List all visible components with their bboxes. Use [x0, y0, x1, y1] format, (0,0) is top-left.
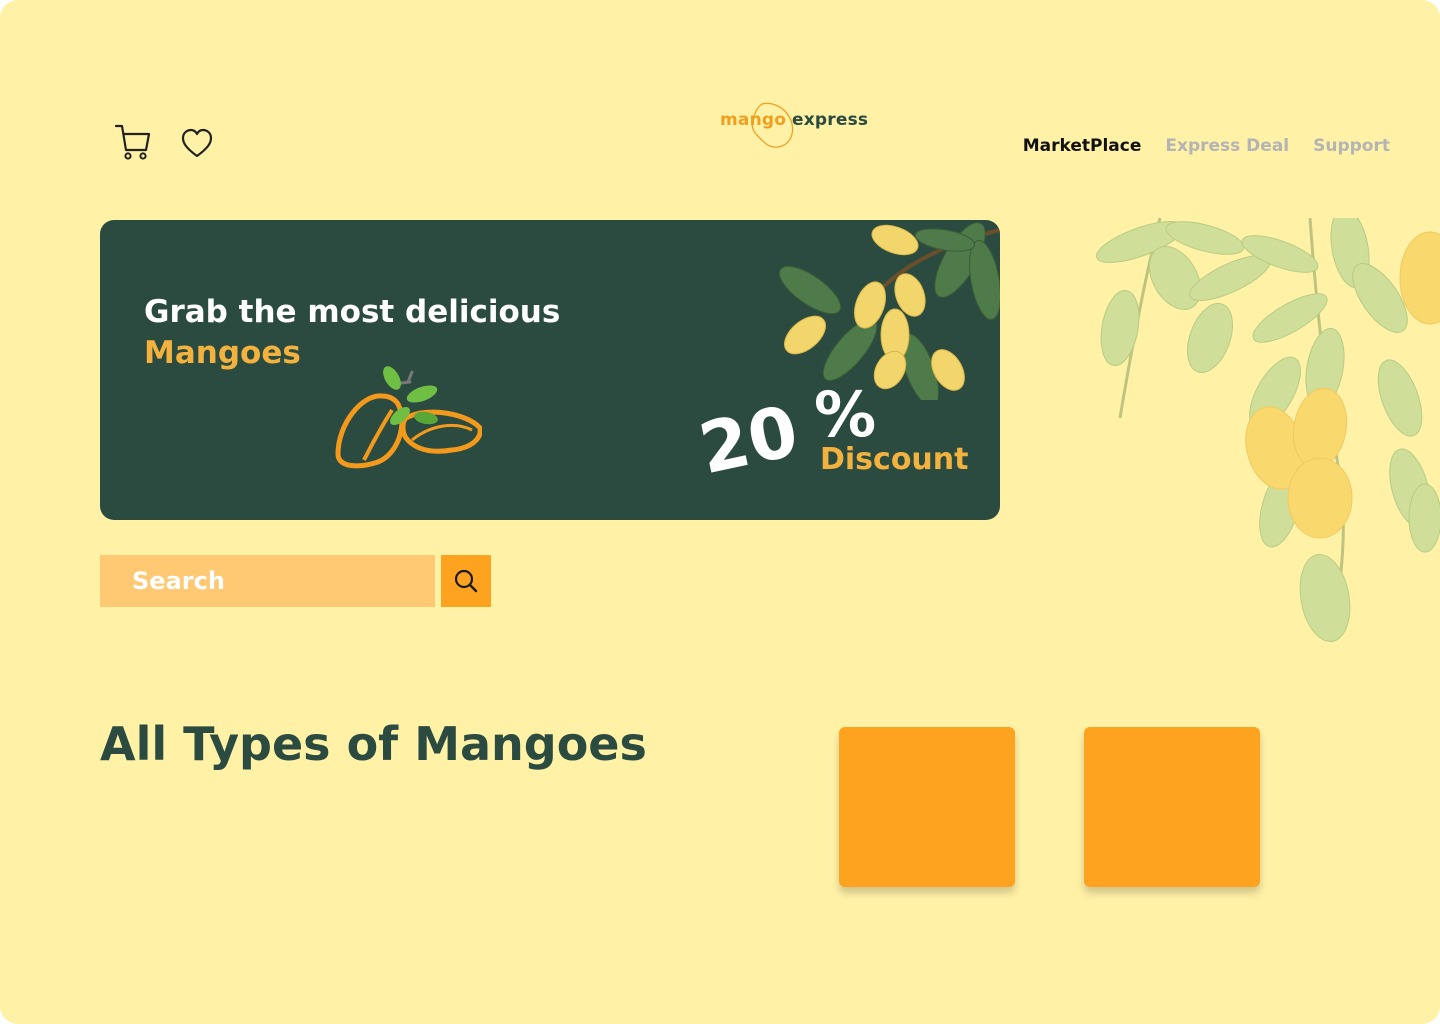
discount-label: Discount	[820, 442, 969, 477]
mango-branch-image	[778, 222, 1000, 400]
nav-express-deal[interactable]: Express Deal	[1165, 136, 1289, 156]
mango-illustration-icon	[335, 366, 482, 469]
page: mango express MarketPlace Express Deal S…	[0, 0, 1440, 1024]
mango-type-card[interactable]	[1084, 727, 1260, 887]
search-bar	[100, 555, 491, 607]
promo-banner[interactable]: Grab the most delicious Mangoes 20 % Dis…	[100, 220, 1000, 520]
search-button[interactable]	[441, 555, 491, 607]
banner-title: Grab the most delicious	[144, 294, 561, 330]
discount-percent-value: 20	[692, 389, 805, 491]
banner-subtitle: Mangoes	[144, 335, 301, 371]
section-title: All Types of Mangoes	[100, 717, 647, 771]
mango-type-card[interactable]	[839, 727, 1015, 887]
cart-icon[interactable]	[112, 120, 152, 164]
search-icon	[454, 569, 478, 593]
logo-text-mango: mango	[720, 110, 787, 130]
decorative-leaves-image	[1096, 218, 1440, 643]
logo-text-express: express	[792, 110, 869, 130]
brand-logo[interactable]: mango express	[716, 98, 876, 154]
main-nav: MarketPlace Express Deal Support	[1023, 136, 1390, 156]
heart-icon[interactable]	[180, 127, 214, 161]
nav-marketplace[interactable]: MarketPlace	[1023, 136, 1142, 156]
discount-percent-sign: %	[814, 378, 877, 451]
search-input[interactable]	[100, 555, 435, 607]
nav-support[interactable]: Support	[1313, 136, 1390, 156]
